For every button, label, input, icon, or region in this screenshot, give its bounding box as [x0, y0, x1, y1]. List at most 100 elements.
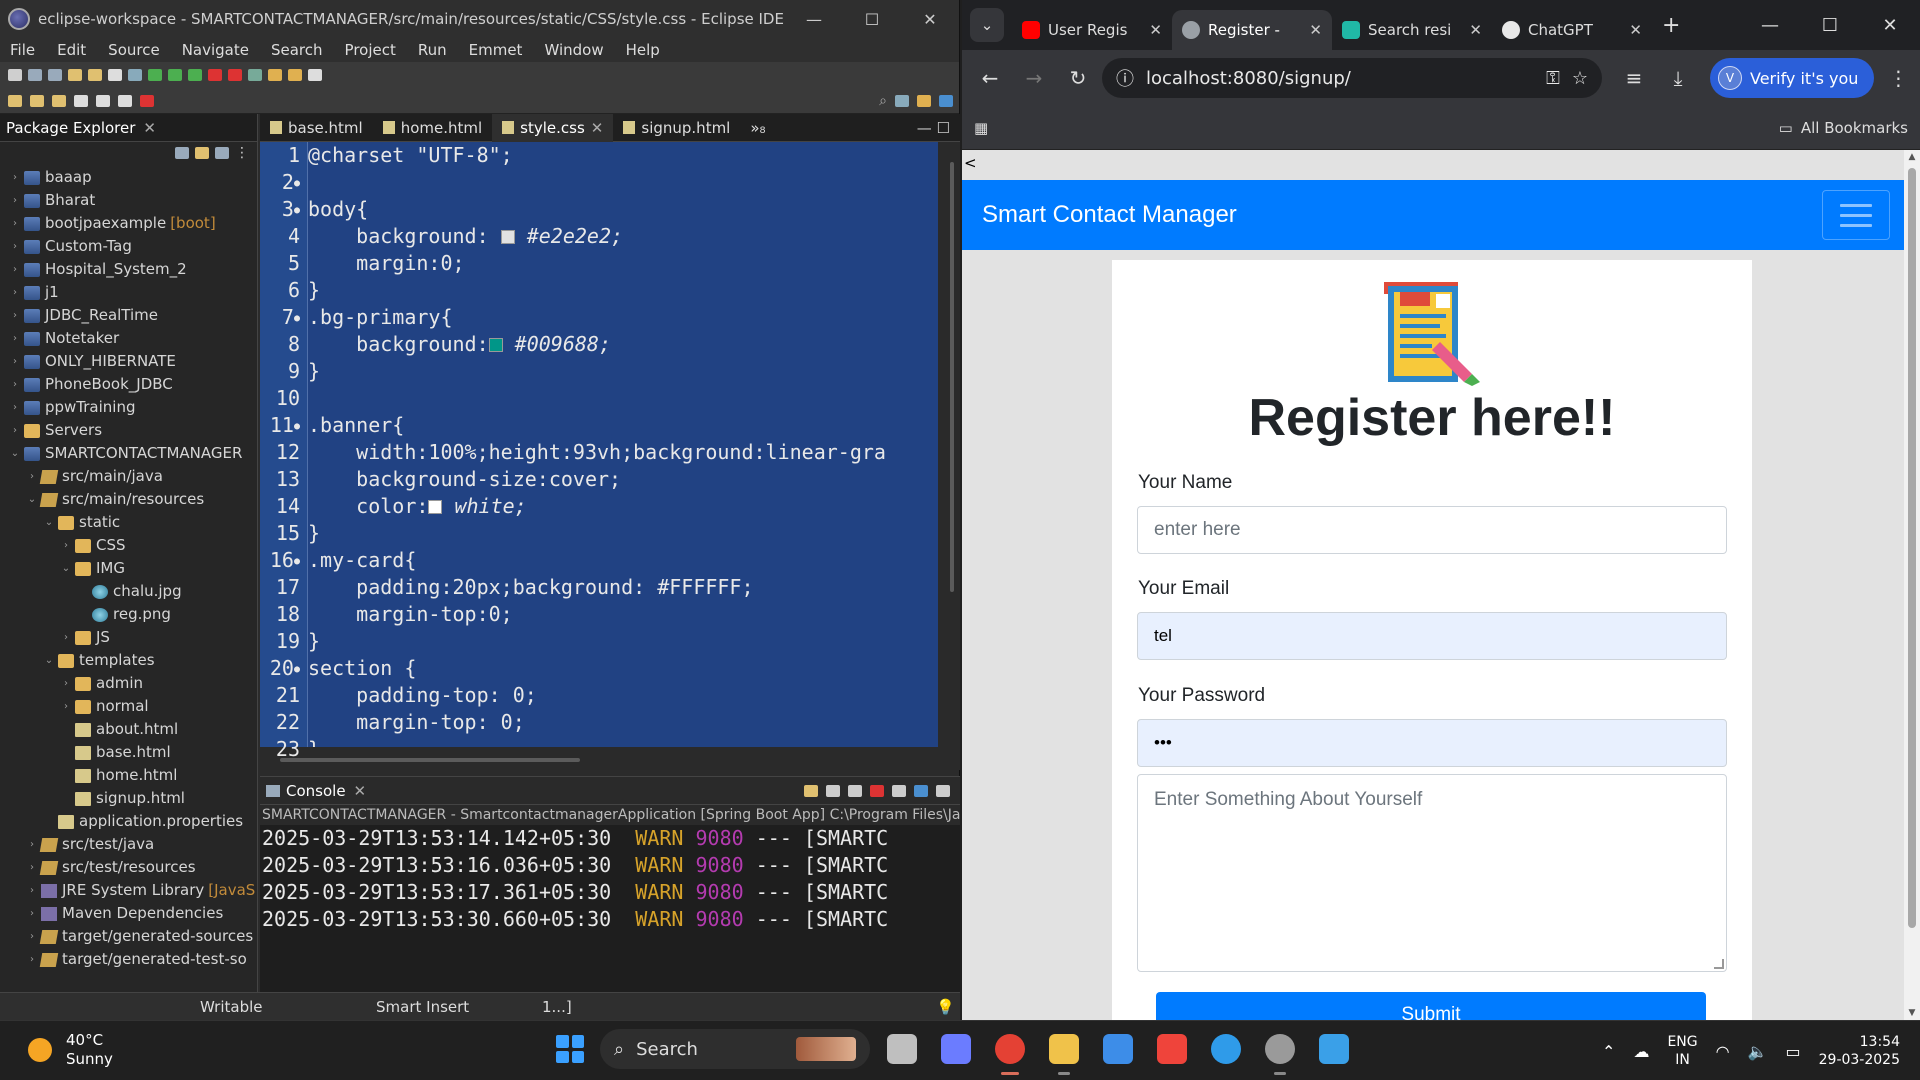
- bookmark-star-icon[interactable]: ☆: [1572, 68, 1588, 89]
- javaee-perspective-icon[interactable]: [939, 94, 953, 107]
- tree-item[interactable]: › Notetaker: [0, 327, 257, 350]
- browser-maximize-button[interactable]: ☐: [1800, 15, 1860, 36]
- expand-arrow-icon[interactable]: ›: [59, 672, 73, 695]
- code-area[interactable]: @charset "UTF-8"; body{ background: #e2e2…: [308, 142, 938, 747]
- tree-item[interactable]: base.html: [0, 741, 257, 764]
- expand-arrow-icon[interactable]: ›: [59, 626, 73, 649]
- scroll-down-icon[interactable]: ▼: [1904, 1008, 1920, 1018]
- expand-arrow-icon[interactable]: ›: [8, 258, 22, 281]
- tab-search-button[interactable]: ⌄: [970, 8, 1004, 42]
- tree-item[interactable]: › admin: [0, 672, 257, 695]
- onedrive-icon[interactable]: ☁: [1633, 1042, 1649, 1061]
- save-icon[interactable]: [28, 69, 42, 81]
- expand-arrow-icon[interactable]: ›: [25, 856, 39, 879]
- address-bar[interactable]: ⓘ localhost:8080/signup/ ⚿ ☆: [1102, 58, 1602, 98]
- menu-navigate[interactable]: Navigate: [172, 41, 261, 59]
- browser-tab[interactable]: Register - ✕: [1172, 10, 1332, 50]
- email-input[interactable]: tel: [1137, 612, 1727, 660]
- tree-item[interactable]: ⌄ src/main/resources: [0, 488, 257, 511]
- external-tools-icon[interactable]: [248, 69, 262, 81]
- site-info-icon[interactable]: ⓘ: [1116, 65, 1134, 91]
- tree-item[interactable]: › CSS: [0, 534, 257, 557]
- menu-window[interactable]: Window: [534, 41, 615, 59]
- expand-arrow-icon[interactable]: ›: [8, 327, 22, 350]
- close-tab-icon[interactable]: ✕: [1149, 21, 1162, 39]
- code-editor[interactable]: 1 2● 3● 4 5 6 7● 8 9 10 11● 12 13 14 15 16● 17 18 19 20● 21 2…: [260, 142, 960, 770]
- tree-item[interactable]: › ppwTraining: [0, 396, 257, 419]
- menu-file[interactable]: File: [0, 41, 47, 59]
- tree-item[interactable]: › JDBC_RealTime: [0, 304, 257, 327]
- tree-item[interactable]: › Custom-Tag: [0, 235, 257, 258]
- navbar-toggler-button[interactable]: [1822, 190, 1890, 240]
- expand-arrow-icon[interactable]: ›: [25, 879, 39, 902]
- collapse-all-icon[interactable]: [175, 147, 189, 159]
- menu-source[interactable]: Source: [98, 41, 172, 59]
- tree-item[interactable]: ⌄ IMG: [0, 557, 257, 580]
- back-button[interactable]: ←: [970, 58, 1010, 98]
- resize-handle-icon[interactable]: [1714, 959, 1724, 969]
- toggle-icon[interactable]: [128, 69, 142, 81]
- navbar-brand[interactable]: Smart Contact Manager: [982, 201, 1237, 229]
- forward-button[interactable]: →: [1014, 58, 1054, 98]
- tree-item[interactable]: › normal: [0, 695, 257, 718]
- undo-icon[interactable]: [68, 69, 82, 81]
- reload-button[interactable]: ↻: [1058, 58, 1098, 98]
- close-view-icon[interactable]: ✕: [143, 119, 156, 137]
- editor-tab[interactable]: base.html: [260, 114, 373, 142]
- view-menu-icon[interactable]: ⋮: [235, 145, 249, 161]
- tree-item[interactable]: › Servers: [0, 419, 257, 442]
- tree-item[interactable]: signup.html: [0, 787, 257, 810]
- verify-profile-button[interactable]: V Verify it's you: [1710, 58, 1875, 98]
- tree-item[interactable]: home.html: [0, 764, 257, 787]
- close-tab-icon[interactable]: ✕: [591, 119, 604, 137]
- expand-arrow-icon[interactable]: ›: [8, 304, 22, 327]
- back-icon[interactable]: [74, 94, 88, 107]
- forward-icon[interactable]: [96, 94, 110, 107]
- close-tab-icon[interactable]: ✕: [1309, 21, 1322, 39]
- new-tab-button[interactable]: +: [1662, 13, 1680, 38]
- browser-tab[interactable]: User Regis ✕: [1012, 10, 1172, 50]
- clock[interactable]: 13:54 29-03-2025: [1819, 1033, 1900, 1069]
- weather-widget[interactable]: 40°C Sunny: [28, 1031, 113, 1069]
- apps-grid-icon[interactable]: ▦: [974, 119, 988, 137]
- expand-arrow-icon[interactable]: ›: [25, 925, 39, 948]
- focus-icon[interactable]: [215, 147, 229, 159]
- java-perspective-icon[interactable]: [917, 94, 931, 107]
- more-tabs-button[interactable]: »₈: [740, 114, 775, 142]
- about-textarea[interactable]: Enter Something About Yourself: [1137, 774, 1727, 972]
- tree-item[interactable]: about.html: [0, 718, 257, 741]
- tree-item[interactable]: › Hospital_System_2: [0, 258, 257, 281]
- tree-item[interactable]: ⌄ static: [0, 511, 257, 534]
- back-nav-icon[interactable]: [30, 94, 44, 107]
- photos-icon[interactable]: [1314, 1029, 1354, 1069]
- tree-item[interactable]: › j1: [0, 281, 257, 304]
- editor-scrollbar[interactable]: [950, 162, 954, 592]
- open-type-icon[interactable]: [268, 69, 282, 81]
- submit-button[interactable]: Submit: [1156, 992, 1706, 1020]
- file-explorer-icon[interactable]: [1044, 1029, 1084, 1075]
- redo-icon[interactable]: [88, 69, 102, 81]
- expand-arrow-icon[interactable]: ›: [59, 695, 73, 718]
- clear-console-icon[interactable]: [892, 784, 906, 797]
- menu-search[interactable]: Search: [261, 41, 335, 59]
- task-view-icon[interactable]: [882, 1029, 922, 1069]
- scroll-up-icon[interactable]: ▲: [1904, 152, 1920, 162]
- anydesk-icon[interactable]: [1152, 1029, 1192, 1069]
- reading-list-icon[interactable]: ≡: [1614, 58, 1654, 98]
- tree-item[interactable]: › Bharat: [0, 189, 257, 212]
- remove-all-icon[interactable]: [848, 784, 862, 797]
- terminate-icon[interactable]: [228, 69, 242, 81]
- tree-item[interactable]: › ONLY_HIBERNATE: [0, 350, 257, 373]
- expand-arrow-icon[interactable]: ›: [8, 281, 22, 304]
- expand-arrow-icon[interactable]: ›: [59, 534, 73, 557]
- fold-marker-icon[interactable]: ●: [294, 313, 300, 324]
- back-link[interactable]: <: [964, 154, 977, 172]
- copilot-icon[interactable]: [936, 1029, 976, 1069]
- editor-tab[interactable]: style.css ✕: [492, 113, 614, 142]
- menu-project[interactable]: Project: [335, 41, 408, 59]
- browser-menu-icon[interactable]: ⋮: [1878, 58, 1918, 98]
- tree-item[interactable]: › target/generated-sources: [0, 925, 257, 948]
- tree-item[interactable]: › baaap: [0, 166, 257, 189]
- pin-icon[interactable]: [118, 94, 132, 107]
- browser-close-button[interactable]: ✕: [1860, 15, 1920, 36]
